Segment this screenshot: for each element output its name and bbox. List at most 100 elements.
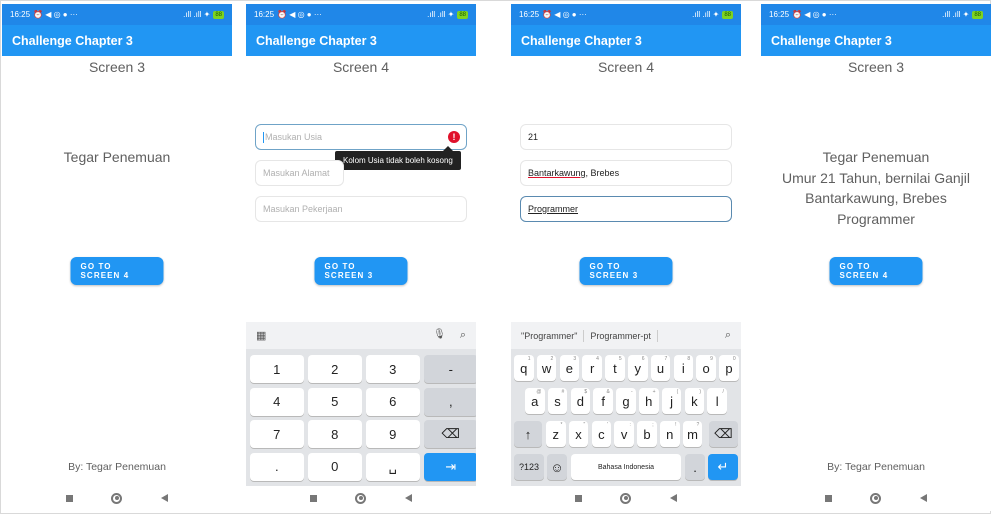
error-icon: ! xyxy=(448,131,460,143)
go-to-screen-4-button[interactable]: GO TO SCREEN 4 xyxy=(70,257,164,285)
key-3[interactable]: 3 xyxy=(366,355,420,383)
key-r-label: r xyxy=(589,360,595,376)
home-icon[interactable] xyxy=(870,492,882,504)
key-a[interactable]: a @ xyxy=(525,388,545,414)
suggestion-2[interactable]: Programmer-pt xyxy=(590,331,651,341)
key-v[interactable]: v: xyxy=(614,421,634,447)
key-z[interactable]: z * xyxy=(546,421,566,447)
key-9[interactable]: 9 xyxy=(366,420,420,448)
key-l[interactable]: l / xyxy=(707,388,727,414)
space-key[interactable]: ␣ xyxy=(366,452,420,481)
key-x-hint: " xyxy=(583,422,586,428)
go-to-screen-3-button[interactable]: GO TO SCREEN 3 xyxy=(314,257,408,285)
back-icon[interactable] xyxy=(919,494,927,502)
status-time: 16:25 xyxy=(10,10,31,19)
search-icon[interactable]: ⌕ xyxy=(725,329,731,342)
result-text-block: Tegar Penemuan Umur 21 Tahun, bernilai G… xyxy=(761,147,991,229)
backspace-key[interactable]: ⌫ xyxy=(709,421,738,447)
back-icon[interactable] xyxy=(160,494,168,502)
suggestion-1[interactable]: "Programmer" xyxy=(521,331,577,341)
key-g[interactable]: g- xyxy=(616,388,636,414)
age-input[interactable]: Masukan Usia ! xyxy=(255,124,467,150)
dot-key[interactable]: . xyxy=(685,454,705,480)
recent-apps-icon[interactable] xyxy=(66,494,74,502)
key-c-label: c xyxy=(598,426,605,442)
key-n[interactable]: n! xyxy=(660,421,680,447)
age-input[interactable]: 21 xyxy=(520,124,732,150)
address-input[interactable]: Bantarkawung, Brebes xyxy=(520,160,732,186)
key-4[interactable]: 4 xyxy=(250,387,304,416)
key-x[interactable]: x " xyxy=(568,421,589,447)
shift-key[interactable]: ↑ xyxy=(514,421,542,447)
key-r[interactable]: r4 xyxy=(582,355,602,381)
screen-title: Screen 4 xyxy=(597,59,655,75)
key-5[interactable]: 5 xyxy=(308,387,362,416)
key-i[interactable]: i8 xyxy=(673,355,694,381)
key-o[interactable]: o9 xyxy=(696,355,716,381)
home-icon[interactable] xyxy=(355,492,367,504)
symbols-key[interactable]: ?123 xyxy=(514,454,544,480)
search-icon[interactable]: ⌕ xyxy=(460,329,466,342)
enter-key[interactable]: ↵ xyxy=(708,454,738,480)
key-w[interactable]: w2 xyxy=(536,355,557,381)
key-k-hint: ) xyxy=(699,389,702,395)
microphone-icon[interactable]: 🎙 xyxy=(433,329,446,342)
space-key[interactable]: Bahasa Indonesia xyxy=(571,454,681,480)
go-to-screen-4-button[interactable]: GO TO SCREEN 4 xyxy=(829,257,923,285)
key-0[interactable]: 0 xyxy=(308,452,362,481)
status-bar: 16:25 ⏰ ◀ ◎ ● ··· .ıll .ıll ✦ 88 xyxy=(246,4,476,25)
recent-apps-icon[interactable] xyxy=(825,494,833,502)
phone-screen-3-initial: 16:25 ⏰ ◀ ◎ ● ··· .ıll .ıll ✦ 88 Challenge… xyxy=(2,4,232,511)
key-e[interactable]: e3 xyxy=(559,355,580,381)
home-icon[interactable] xyxy=(620,492,632,504)
key-f[interactable]: f & xyxy=(593,388,613,414)
key-2[interactable]: 2 xyxy=(308,355,362,383)
key-minus[interactable]: - xyxy=(424,355,476,383)
error-tooltip: Kolom Usia tidak boleh kosong xyxy=(335,146,461,170)
key-m-label: m xyxy=(687,426,698,442)
key-7[interactable]: 7 xyxy=(250,420,304,448)
key-u[interactable]: u7 xyxy=(650,355,671,381)
next-key[interactable]: ⇥ xyxy=(424,452,476,481)
emoji-key[interactable]: ☺ xyxy=(547,454,567,480)
key-8[interactable]: 8 xyxy=(308,420,362,448)
recent-apps-icon[interactable] xyxy=(310,494,318,502)
key-y[interactable]: y6 xyxy=(628,355,648,381)
status-icons: ⏰ ◀ ◎ ● ··· xyxy=(33,10,78,19)
job-input[interactable]: Masukan Pekerjaan xyxy=(255,196,467,222)
key-t[interactable]: t5 xyxy=(605,355,625,381)
key-n-hint: ! xyxy=(675,422,677,428)
recent-apps-icon[interactable] xyxy=(575,494,583,502)
job-placeholder: Masukan Pekerjaan xyxy=(263,204,343,214)
go-to-screen-3-button[interactable]: GO TO SCREEN 3 xyxy=(579,257,673,285)
apps-grid-icon[interactable]: ▦ xyxy=(256,329,266,342)
key-o-label: o xyxy=(702,360,710,376)
job-value: Programmer xyxy=(528,204,579,214)
key-d[interactable]: d $ xyxy=(570,388,591,414)
key-j[interactable]: j( xyxy=(661,388,682,414)
address-input[interactable]: Masukan Alamat xyxy=(255,160,344,186)
key-k[interactable]: k) xyxy=(684,388,705,414)
key-h[interactable]: h + xyxy=(639,388,659,414)
back-icon[interactable] xyxy=(669,494,677,502)
backspace-key[interactable]: ⌫ xyxy=(424,420,476,448)
key-m[interactable]: m? xyxy=(682,421,703,447)
key-d-label: d xyxy=(576,393,584,409)
key-q[interactable]: q1 xyxy=(514,355,534,381)
back-icon[interactable] xyxy=(404,494,412,502)
key-c[interactable]: c ' xyxy=(591,421,612,447)
key-p[interactable]: p0 xyxy=(719,355,739,381)
key-comma[interactable]: , xyxy=(424,387,476,416)
key-1[interactable]: 1 xyxy=(250,355,304,383)
key-m-hint: ? xyxy=(696,422,700,428)
job-input[interactable]: Programmer xyxy=(520,196,732,222)
home-icon[interactable] xyxy=(111,492,123,504)
app-bar-title: Challenge Chapter 3 xyxy=(246,25,476,56)
key-b[interactable]: b; xyxy=(637,421,657,447)
key-s[interactable]: s # xyxy=(547,388,568,414)
dot-key-label: . xyxy=(693,459,697,475)
key-p-label: p xyxy=(725,360,733,376)
key-g-label: g xyxy=(622,393,630,409)
key-dot[interactable]: . xyxy=(250,452,304,481)
key-6[interactable]: 6 xyxy=(366,387,420,416)
